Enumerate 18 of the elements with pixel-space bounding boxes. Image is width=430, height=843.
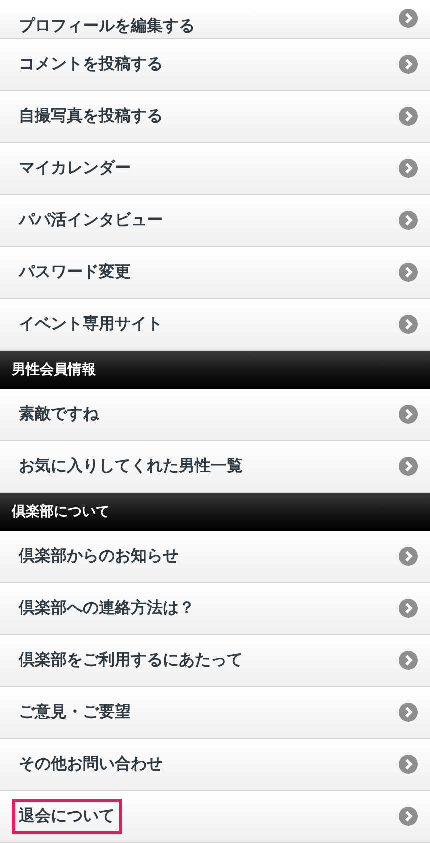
- chevron-right-icon: [399, 457, 418, 476]
- chevron-right-icon: [399, 159, 418, 178]
- chevron-right-icon: [399, 211, 418, 230]
- chevron-right-icon: [399, 405, 418, 424]
- chevron-right-icon: [399, 651, 418, 670]
- chevron-right-icon: [399, 547, 418, 566]
- section-header: 男性会員情報: [12, 360, 96, 380]
- chevron-right-icon: [399, 55, 418, 74]
- chevron-right-icon: [399, 263, 418, 282]
- chevron-right-icon: [399, 703, 418, 722]
- chevron-right-icon: [399, 599, 418, 618]
- chevron-right-icon: [399, 107, 418, 126]
- section-header: 倶楽部について: [12, 502, 110, 522]
- chevron-right-icon: [399, 755, 418, 774]
- chevron-right-icon: [399, 807, 418, 826]
- chevron-right-icon: [399, 9, 418, 28]
- chevron-right-icon: [399, 315, 418, 334]
- menu-item[interactable]: プロフィールを編集する: [0, 9, 430, 39]
